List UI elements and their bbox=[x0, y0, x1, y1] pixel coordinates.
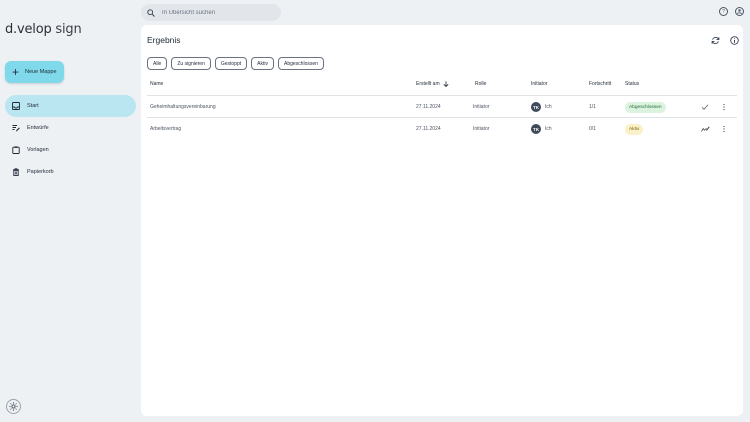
inbox-icon bbox=[12, 102, 20, 110]
edit-list-icon bbox=[12, 124, 20, 132]
signature-icon[interactable] bbox=[700, 124, 710, 134]
main-panel: Ergebnis Alle Zu signieren Gestoppt Akti… bbox=[141, 25, 743, 416]
row-status: Abgeschlossen bbox=[625, 96, 666, 118]
checkmark-icon[interactable] bbox=[700, 102, 710, 112]
table-row[interactable]: Arbeitsvertrag 27.11.2024 Initiator TK I… bbox=[147, 117, 737, 139]
arrow-down-icon bbox=[443, 81, 449, 87]
sidebar-item-label: Papierkorb bbox=[27, 169, 54, 175]
status-badge: Aktiv bbox=[625, 123, 644, 135]
row-created: 27.11.2024 bbox=[416, 104, 441, 110]
column-header-created[interactable]: Erstellt am bbox=[416, 81, 449, 87]
filter-completed[interactable]: Abgeschlossen bbox=[278, 57, 324, 70]
column-header-name[interactable]: Name bbox=[150, 81, 163, 87]
row-initiator: TK Ich bbox=[531, 118, 552, 140]
new-folder-button[interactable]: + Neue Mappe bbox=[5, 61, 64, 83]
refresh-icon[interactable] bbox=[710, 35, 720, 45]
sidebar-nav: Start Entwürfe Vorlagen Papierkorb bbox=[5, 95, 136, 183]
initiator-name: Ich bbox=[545, 104, 552, 110]
info-icon[interactable] bbox=[729, 35, 739, 45]
search-icon bbox=[147, 4, 155, 22]
theme-toggle-button[interactable] bbox=[6, 399, 21, 414]
sun-icon bbox=[9, 402, 18, 411]
sidebar-item-label: Start bbox=[27, 103, 39, 109]
avatar: TK bbox=[531, 124, 541, 134]
search-bar bbox=[141, 4, 281, 21]
page-title: Ergebnis bbox=[147, 35, 181, 45]
more-options-icon[interactable] bbox=[719, 102, 729, 112]
initiator-name: Ich bbox=[545, 126, 552, 132]
filter-active[interactable]: Aktiv bbox=[251, 57, 274, 70]
help-icon[interactable]: ? bbox=[719, 7, 728, 16]
trash-icon bbox=[12, 168, 20, 176]
filter-to-sign[interactable]: Zu signieren bbox=[171, 57, 211, 70]
row-name: Geheimhaltungsvereinbarung bbox=[150, 104, 216, 110]
new-folder-label: Neue Mappe bbox=[25, 69, 57, 75]
logo-product: sign bbox=[51, 22, 82, 37]
column-header-label: Erstellt am bbox=[416, 81, 440, 87]
filter-all[interactable]: Alle bbox=[147, 57, 168, 70]
sidebar-item-start[interactable]: Start bbox=[5, 95, 136, 117]
row-progress: 1/1 bbox=[589, 104, 596, 110]
row-initiator: TK Ich bbox=[531, 96, 552, 118]
plus-icon: + bbox=[12, 65, 20, 79]
filter-chips: Alle Zu signieren Gestoppt Aktiv Abgesch… bbox=[147, 57, 324, 70]
sidebar-item-drafts[interactable]: Entwürfe bbox=[5, 117, 136, 139]
row-progress: 0/1 bbox=[589, 126, 596, 132]
status-badge: Abgeschlossen bbox=[625, 101, 666, 113]
table-row[interactable]: Geheimhaltungsvereinbarung 27.11.2024 In… bbox=[147, 95, 737, 117]
logo-brand: d.velop bbox=[5, 22, 52, 37]
app-logo: d.velop sign bbox=[5, 22, 82, 37]
sidebar-item-trash[interactable]: Papierkorb bbox=[5, 161, 136, 183]
more-options-icon[interactable] bbox=[719, 124, 729, 134]
row-role: Initiator bbox=[473, 126, 490, 132]
column-header-role[interactable]: Rolle bbox=[475, 81, 486, 87]
column-header-initiator[interactable]: Initiator bbox=[531, 81, 547, 87]
avatar: TK bbox=[531, 102, 541, 112]
row-role: Initiator bbox=[473, 104, 490, 110]
sidebar-item-label: Vorlagen bbox=[27, 147, 49, 153]
column-header-status[interactable]: Status bbox=[625, 81, 639, 87]
search-input[interactable] bbox=[162, 9, 272, 16]
sidebar: d.velop sign + Neue Mappe Start Entwürfe… bbox=[0, 0, 141, 422]
account-icon[interactable] bbox=[735, 7, 744, 16]
sidebar-item-templates[interactable]: Vorlagen bbox=[5, 139, 136, 161]
row-created: 27.11.2024 bbox=[416, 126, 441, 132]
filter-stopped[interactable]: Gestoppt bbox=[214, 57, 248, 70]
row-name: Arbeitsvertrag bbox=[150, 126, 182, 132]
clipboard-icon bbox=[12, 146, 20, 154]
column-header-progress[interactable]: Fortschritt bbox=[589, 81, 611, 87]
sidebar-item-label: Entwürfe bbox=[27, 125, 49, 131]
row-status: Aktiv bbox=[625, 118, 644, 140]
